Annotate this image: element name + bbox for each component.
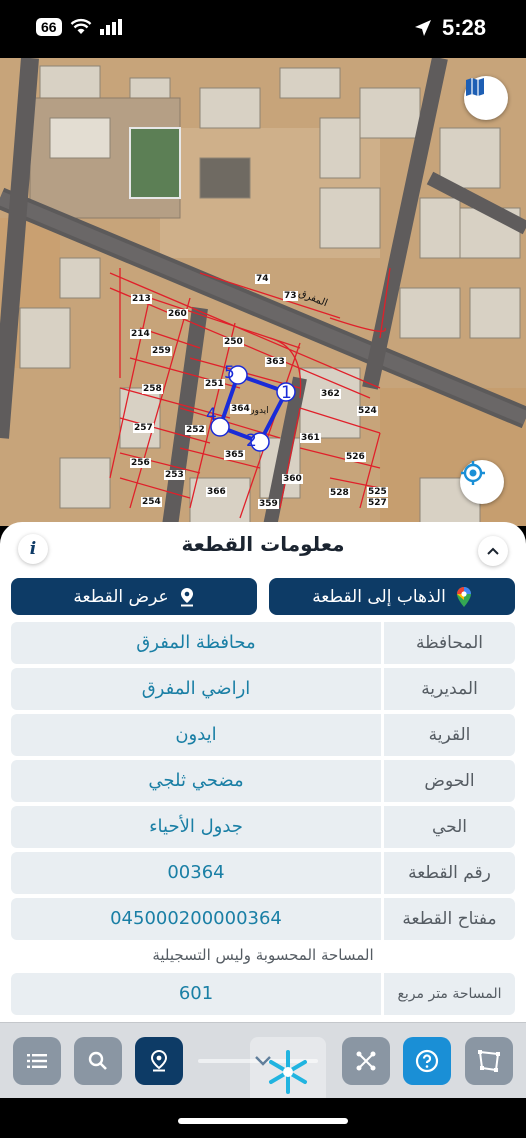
village-value: ايدون <box>11 714 381 756</box>
collapse-button[interactable] <box>478 536 508 566</box>
wifi-icon <box>70 18 91 34</box>
list-button[interactable] <box>13 1037 61 1085</box>
help-button[interactable] <box>403 1037 451 1085</box>
panel-header: i معلومات القطعة <box>0 522 526 574</box>
parcel-number-value: 00364 <box>11 852 381 894</box>
polygon-select-button[interactable] <box>465 1037 513 1085</box>
parcel-number-73: 73 <box>283 291 298 301</box>
clock: 5:28 <box>441 15 486 40</box>
location-pin-icon <box>180 587 193 606</box>
parcel-number-527: 527 <box>367 498 388 508</box>
parcel-number-526: 526 <box>345 452 366 462</box>
parcel-number-365: 365 <box>224 450 245 460</box>
row-parcel-key: 045000200000364 مفتاح القطعة <box>11 898 515 940</box>
village-label: القرية <box>384 714 515 756</box>
parcel-number-257: 257 <box>133 423 154 433</box>
basin-value: مضحي ثلجي <box>11 760 381 802</box>
battery-level: 66 <box>36 18 62 36</box>
parcel-number-363: 363 <box>265 357 286 367</box>
parcel-number-213: 213 <box>131 294 152 304</box>
basin-label: الحوض <box>384 760 515 802</box>
vertex-label-4: 4 <box>206 405 217 425</box>
area-value: 601 <box>11 973 381 1015</box>
map-book-icon <box>466 78 484 96</box>
show-parcel-label: عرض القطعة <box>73 586 169 607</box>
measure-icon <box>356 1051 376 1071</box>
area-label: ايدون <box>248 406 269 416</box>
neighborhood-value: جدول الأحياء <box>11 806 381 848</box>
directorate-label: المديرية <box>384 668 515 710</box>
parcel-number-359: 359 <box>258 499 279 509</box>
area-label: المساحة متر مربع <box>384 973 515 1015</box>
parcel-number-525: 525 <box>367 487 388 497</box>
map-layers-button[interactable] <box>464 76 508 120</box>
search-icon <box>88 1051 107 1070</box>
crosshair-icon <box>461 461 485 485</box>
parcel-number-259: 259 <box>151 346 172 356</box>
row-basin: مضحي ثلجي الحوض <box>11 760 515 802</box>
parcel-number-214: 214 <box>130 329 151 339</box>
parcel-number-74: 74 <box>255 274 270 284</box>
screen: 66 5:28 المفرق ايدون 74 73 213 260 214 2… <box>0 0 526 1138</box>
satellite-map[interactable]: المفرق ايدون 74 73 213 260 214 250 363 2… <box>0 58 526 526</box>
location-arrow-icon <box>414 20 431 36</box>
go-to-parcel-button[interactable]: الذهاب إلى القطعة <box>269 578 515 615</box>
parcel-number-524: 524 <box>357 406 378 416</box>
parcel-number-366: 366 <box>206 487 227 497</box>
governorate-label: المحافظة <box>384 622 515 664</box>
directorate-value: اراضي المفرق <box>11 668 381 710</box>
parcel-info-panel: i معلومات القطعة عرض القطعة الذهاب إلى ا… <box>0 522 526 1022</box>
neighborhood-label: الحي <box>384 806 515 848</box>
parcel-number-260: 260 <box>167 309 188 319</box>
list-icon <box>27 1054 47 1068</box>
snowflake-logo-icon <box>269 1050 307 1094</box>
status-bar: 66 5:28 <box>0 0 526 58</box>
row-directorate: اراضي المفرق المديرية <box>11 668 515 710</box>
parcel-number-258: 258 <box>142 384 163 394</box>
governorate-value: محافظة المفرق <box>11 622 381 664</box>
parcel-number-256: 256 <box>130 458 151 468</box>
search-button[interactable] <box>74 1037 122 1085</box>
parcel-number-364: 364 <box>230 404 251 414</box>
go-to-parcel-label: الذهاب إلى القطعة <box>312 586 446 607</box>
panel-title: معلومات القطعة <box>181 532 345 556</box>
parcel-location-button[interactable] <box>135 1037 183 1085</box>
polygon-select-icon <box>478 1050 500 1072</box>
status-right: 5:28 <box>414 15 486 41</box>
parcel-key-label: مفتاح القطعة <box>384 898 515 940</box>
parcel-number-250: 250 <box>223 337 244 347</box>
row-neighborhood: جدول الأحياء الحي <box>11 806 515 848</box>
home-indicator[interactable] <box>178 1118 348 1124</box>
parcel-number-253: 253 <box>164 470 185 480</box>
parcel-key-value: 045000200000364 <box>11 898 381 940</box>
vertex-label-2: 2 <box>246 431 257 451</box>
chevron-up-icon <box>487 547 499 555</box>
locate-me-button[interactable] <box>460 460 504 504</box>
parcel-number-251: 251 <box>204 379 225 389</box>
help-icon <box>415 1049 439 1073</box>
show-parcel-button[interactable]: عرض القطعة <box>11 578 257 615</box>
parcel-number-361: 361 <box>300 433 321 443</box>
bottom-toolbar <box>0 1022 526 1109</box>
vertex-label-1: 1 <box>281 383 292 403</box>
location-pin-icon <box>150 1050 168 1072</box>
parcel-number-254: 254 <box>141 497 162 507</box>
row-governorate: محافظة المفرق المحافظة <box>11 622 515 664</box>
vertex-label-5: 5 <box>224 363 235 383</box>
google-maps-pin-icon <box>456 586 471 607</box>
signal-icon <box>99 19 122 35</box>
parcel-number-252: 252 <box>185 425 206 435</box>
status-left: 66 <box>36 18 122 36</box>
row-area: 601 المساحة متر مربع <box>11 973 515 1015</box>
measure-button[interactable] <box>342 1037 390 1085</box>
row-parcel-number: 00364 رقم القطعة <box>11 852 515 894</box>
parcel-number-360: 360 <box>282 474 303 484</box>
area-note: المساحة المحسوبة وليس التسجيلية <box>152 946 374 964</box>
parcel-number-label: رقم القطعة <box>384 852 515 894</box>
action-buttons: عرض القطعة الذهاب إلى القطعة <box>11 578 515 615</box>
parcel-number-528: 528 <box>329 488 350 498</box>
parcel-number-362: 362 <box>320 389 341 399</box>
row-village: ايدون القرية <box>11 714 515 756</box>
map-canvas[interactable] <box>0 58 526 526</box>
